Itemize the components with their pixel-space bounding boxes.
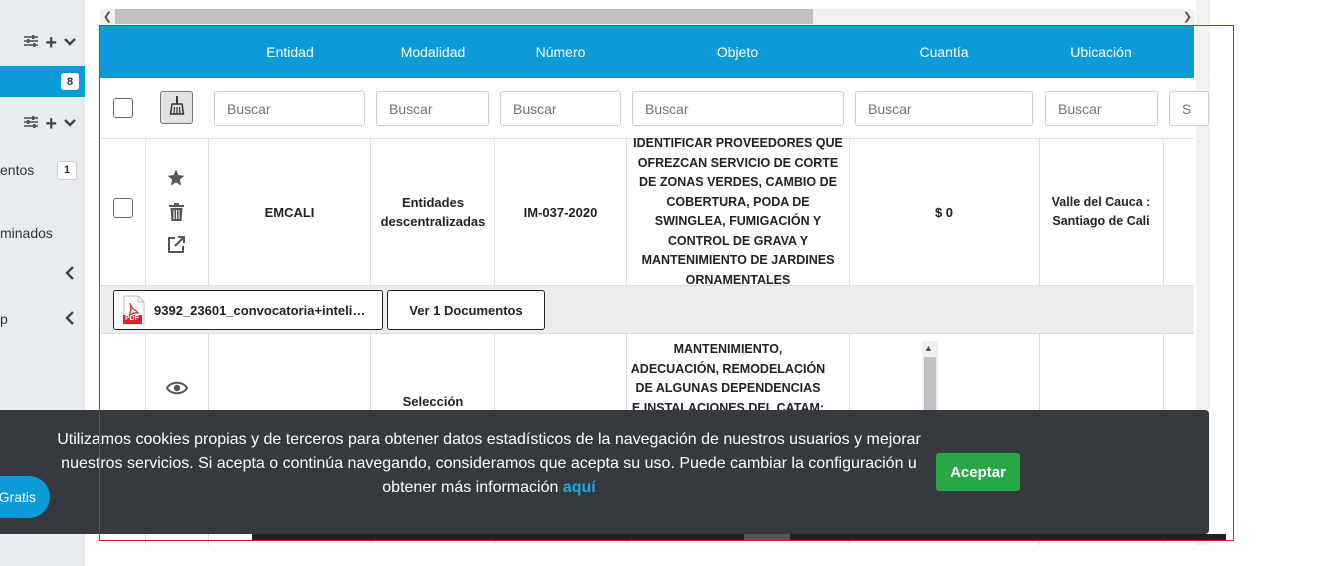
sidebar-collapsible-1[interactable] [0,254,85,294]
column-header-objeto[interactable]: Objeto [626,25,849,78]
scroll-left-icon[interactable]: ❮ [100,9,115,24]
count-badge: 8 [61,73,79,90]
column-header-entidad[interactable]: Entidad [209,25,371,78]
chevron-left-icon[interactable] [65,264,75,285]
row-checkbox[interactable] [113,198,133,218]
column-header-ubicacion[interactable]: Ubicación [1039,25,1163,78]
sidebar-item-eliminados[interactable]: minados [0,213,85,253]
plus-icon[interactable]: + [45,113,57,136]
scroll-up-icon[interactable]: ▲ [924,343,933,353]
pdf-file-icon: PDF [123,295,145,325]
sidebar-item-documentos[interactable]: entos 1 [0,150,85,190]
select-all-checkbox[interactable] [113,98,133,118]
search-numero-input[interactable] [500,91,621,126]
sliders-icon[interactable] [23,115,39,134]
column-header-numero[interactable]: Número [495,25,626,78]
cookie-more-info-link[interactable]: aquí [563,479,596,496]
scrollbar-thumb[interactable] [924,357,936,417]
cell-cuantia: $ 0 [934,204,954,220]
count-badge: 1 [57,160,77,180]
search-next-input[interactable]: S [1169,91,1209,126]
plus-icon[interactable]: + [45,32,57,55]
cookie-message-text: Utilizamos cookies propias y de terceros… [57,431,921,496]
sidebar-collapsible-2[interactable]: p [0,299,85,339]
cell-ubicacion: Valle del Cauca : Santiago de Cali [1051,195,1151,228]
accept-cookies-button[interactable]: Aceptar [936,453,1020,491]
search-objeto-input[interactable] [632,91,844,126]
cookie-banner: Utilizamos cookies propias y de terceros… [0,410,1209,534]
column-header-cuantia[interactable]: Cuantía [849,25,1039,78]
chevron-down-icon[interactable] [63,115,77,133]
pdf-document-button[interactable]: PDF 9392_23601_convocatoria+inteli… [113,290,383,330]
sidebar-item-active[interactable]: 8 [0,66,85,97]
table-header: Entidad Modalidad Número Objeto Cuantía … [100,25,1194,78]
pdf-file-name: 9392_23601_convocatoria+inteli… [154,302,366,318]
horizontal-scrollbar[interactable]: ❮ ❯ [100,9,1195,24]
sidebar-item-label: entos [0,162,35,178]
star-icon[interactable] [166,168,186,193]
sidebar-item-label: minados [0,225,53,241]
search-entidad-input[interactable] [214,91,365,126]
view-documents-button[interactable]: Ver 1 Documentos [387,290,545,330]
cell-numero: IM-037-2020 [523,204,598,220]
search-modalidad-input[interactable] [376,91,489,126]
scroll-right-icon[interactable]: ❯ [1180,9,1195,24]
scrollbar-thumb[interactable] [115,9,813,24]
eye-icon[interactable] [165,380,189,401]
sidebar-group-controls-1: + [0,23,85,63]
gratis-button[interactable]: Gratis [0,476,50,518]
search-cuantia-input[interactable] [855,91,1033,126]
cell-modalidad: Entidades descentralizadas [380,195,486,229]
chevron-down-icon[interactable] [63,34,77,52]
sliders-icon[interactable] [23,34,39,53]
cell-objeto: MANTENIMIENTO, ADECUACIÓN, REMODELACIÓN … [630,342,826,415]
sidebar-group-controls-2: + [0,104,85,144]
cookie-message: Utilizamos cookies propias y de terceros… [56,428,922,500]
external-link-icon[interactable] [166,235,186,260]
pdf-label: PDF [125,315,139,322]
chevron-left-icon[interactable] [65,309,75,330]
column-header-modalidad[interactable]: Modalidad [371,25,495,78]
search-ubicacion-input[interactable] [1045,91,1158,126]
search-next-placeholder: S [1182,100,1192,117]
trash-icon[interactable] [168,203,185,227]
clear-filters-button[interactable] [160,91,193,124]
cell-objeto: IDENTIFICAR PROVEEDORES QUE OFREZCAN SER… [633,136,843,287]
sidebar-item-label: p [0,311,8,327]
cell-entidad: EMCALI [264,204,315,220]
bottom-bar [252,534,1226,541]
broom-icon [169,95,185,120]
